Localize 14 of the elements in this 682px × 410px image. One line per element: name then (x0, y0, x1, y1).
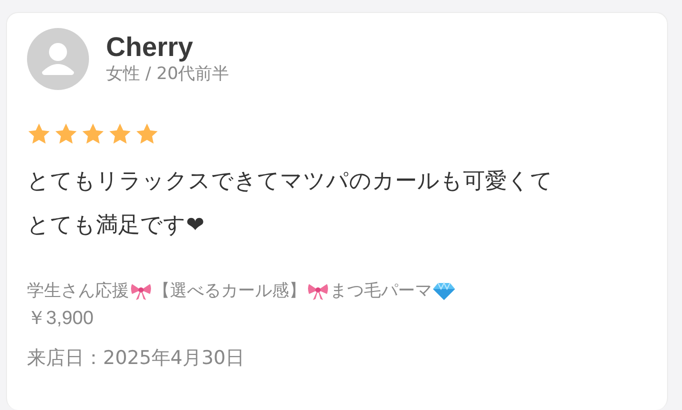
reviewer-name: Cherry (106, 32, 194, 62)
star-icon (108, 122, 132, 146)
menu-name: まつ毛パーマ (330, 280, 432, 303)
star-icon (27, 122, 51, 146)
star-icon (81, 122, 105, 146)
visit-date: 来店日：2025年4月30日 (27, 346, 246, 371)
reviewer-profile: 女性 / 20代前半 (106, 63, 230, 86)
review-text: とてもリラックスできてマツパのカールも可愛くてとても満足です❤ (27, 168, 554, 240)
star-icon (135, 122, 159, 146)
menu-name: 学生さん応援 (27, 280, 129, 303)
menu-name: 【選べるカール感】 (153, 280, 306, 303)
avatar-icon (27, 28, 89, 90)
star-icon (54, 122, 78, 146)
menu-price: ￥3,900 (27, 307, 95, 331)
